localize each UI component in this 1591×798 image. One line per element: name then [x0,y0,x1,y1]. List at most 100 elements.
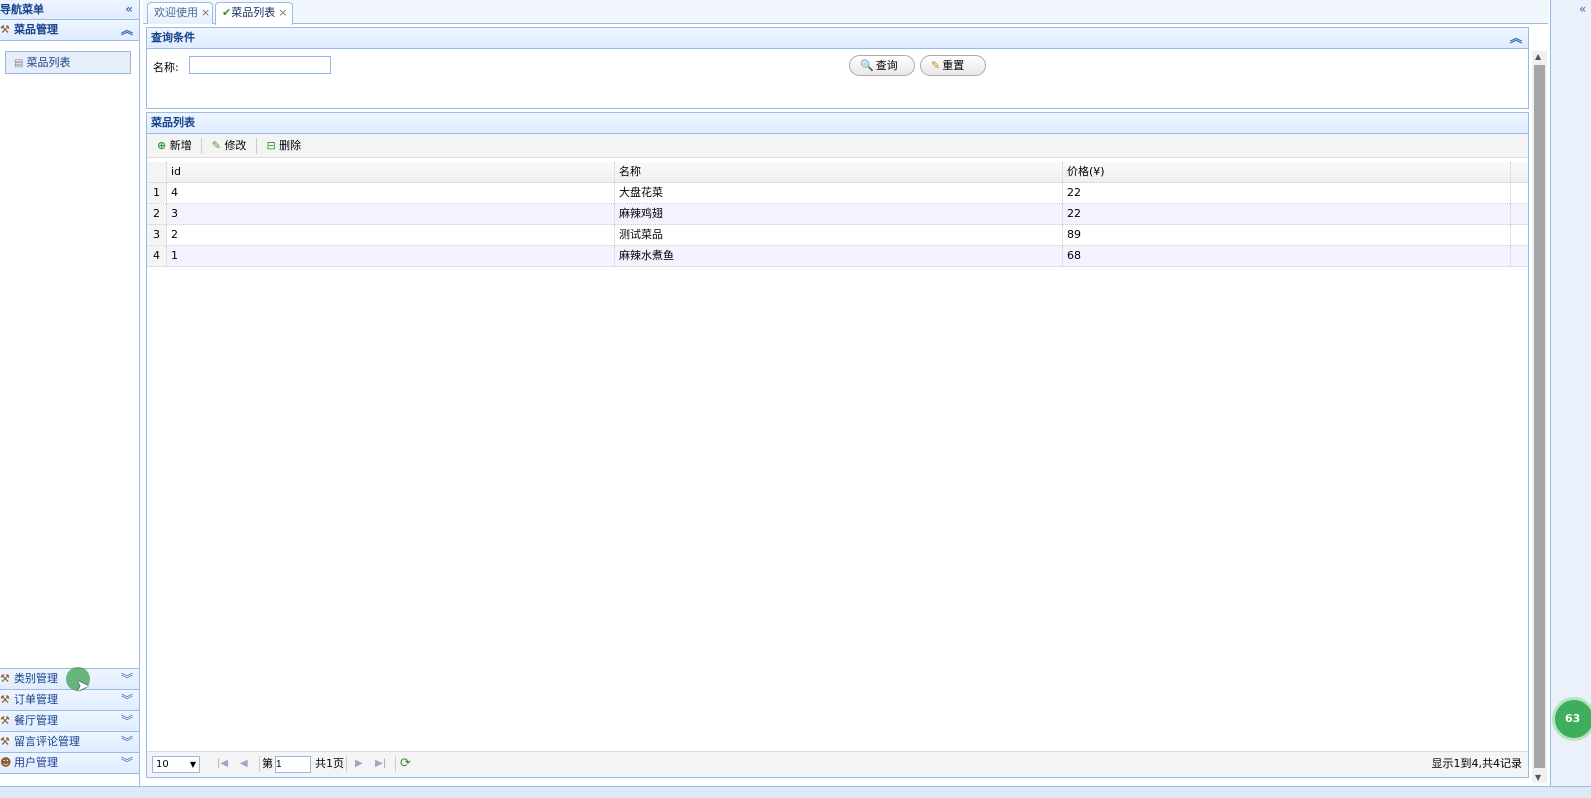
cell-price: 22 [1063,204,1511,224]
table-row[interactable]: 1 4 大盘花菜 22 [147,183,1528,204]
cell-name: 麻辣鸡翅 [615,204,1063,224]
users-icon: ☻ [0,756,12,769]
column-header-price[interactable]: 价格(¥) [1063,162,1511,182]
main-area: 欢迎使用 × ✔菜品列表 × 查询条件 ︽ 名称: 🔍 查询 ✎ 重置 菜品列表… [143,0,1548,786]
wand-icon: ⚒ [0,23,10,36]
toolbar-divider [255,138,257,154]
cell-price: 68 [1063,246,1511,266]
query-panel-header: 查询条件 ︽ [147,28,1528,49]
name-input[interactable] [189,56,331,74]
cell-name: 测试菜品 [615,225,1063,245]
wand-icon: ⚒ [0,714,10,727]
refresh-icon[interactable]: ⟳ [400,752,411,776]
toolbar-divider [201,138,203,154]
grid-toolbar: ⊕ 新增 ✎ 修改 ⊟ 删除 [147,134,1528,158]
accordion-header-restaurant-management[interactable]: ⚒ 餐厅管理 ︾ [0,711,139,732]
scroll-down-icon[interactable]: ▼ [1535,773,1541,782]
cell-id: 4 [167,183,615,203]
remove-icon: ⊟ [266,139,276,152]
mouse-cursor-icon: ➤ [76,676,90,695]
accordion-header-user-management[interactable]: ☻ 用户管理 ︾ [0,753,139,774]
column-header-id[interactable]: id [167,162,615,182]
accordion-header-comment-management[interactable]: ⚒ 留言评论管理 ︾ [0,732,139,753]
close-tab-icon[interactable]: × [278,6,287,19]
grid-body: 1 4 大盘花菜 22 2 3 麻辣鸡翅 22 3 2 测试菜品 89 4 1 … [147,183,1528,267]
east-collapsed-panel: « [1550,0,1591,786]
expand-east-icon[interactable]: « [1579,2,1586,16]
pager-divider [346,756,347,772]
expand-section-icon[interactable]: ︾ [121,669,133,689]
expand-section-icon[interactable]: ︾ [121,732,133,752]
expand-section-icon[interactable]: ︾ [121,753,133,773]
search-button[interactable]: 🔍 查询 [849,55,915,76]
row-number: 2 [147,204,167,224]
scrollbar-thumb[interactable] [1534,65,1545,768]
collapse-nav-icon[interactable]: « [125,0,133,19]
dropdown-arrow-icon: ▼ [189,760,196,769]
pager-divider [395,756,396,772]
dish-list-panel: 菜品列表 ⊕ 新增 ✎ 修改 ⊟ 删除 id 名称 价格(¥) 1 4 大盘花菜… [146,112,1529,778]
page-total: 共1页 [315,757,344,770]
tab-content: 查询条件 ︽ 名称: 🔍 查询 ✎ 重置 菜品列表 ⊕ 新增 ✎ 修改 ⊟ 删除… [143,24,1548,786]
name-label: 名称: [153,61,179,74]
close-tab-icon[interactable]: × [201,6,210,19]
list-panel-title: 菜品列表 [151,116,195,129]
check-icon: ✔ [222,6,232,19]
page-number-input[interactable] [275,756,311,773]
wand-icon: ⚒ [0,693,10,706]
collapse-panel-icon[interactable]: ︽ [1510,28,1522,48]
accordion-header-order-management[interactable]: ⚒ 订单管理 ︾ [0,690,139,711]
cell-id: 3 [167,204,615,224]
wand-icon: ⚒ [0,735,10,748]
table-row[interactable]: 4 1 麻辣水煮鱼 68 [147,246,1528,267]
list-icon: ▤ [14,58,24,69]
accordion-header-dish-management[interactable]: ⚒ 菜品管理 ︽ [0,20,139,41]
row-number: 4 [147,246,167,266]
page-prefix: 第 [262,757,273,770]
navigation-panel: 导航菜单 « ⚒ 菜品管理 ︽ ▤ 菜品列表 ⚒ 类别管理 ︾ ⚒ 订单管理 ︾ ⚒ 餐厅… [0,0,140,798]
delete-button[interactable]: ⊟ 删除 [262,134,305,158]
row-number: 1 [147,183,167,203]
reset-button[interactable]: ✎ 重置 [920,55,986,76]
pagination-bar: 10▼ |◀ ◀ 第 共1页 ▶ ▶| ⟳ 显示1到4,共4记录 [147,751,1528,777]
vertical-scrollbar[interactable]: ▲ ▼ [1532,51,1547,783]
add-button[interactable]: ⊕ 新增 [153,134,196,158]
prev-page-icon[interactable]: ◀ [240,752,248,776]
last-page-icon[interactable]: ▶| [375,752,386,776]
cell-id: 2 [167,225,615,245]
first-page-icon[interactable]: |◀ [217,752,228,776]
data-grid: id 名称 价格(¥) 1 4 大盘花菜 22 2 3 麻辣鸡翅 22 3 2 … [147,162,1528,267]
nav-item-dish-list[interactable]: ▤ 菜品列表 [5,51,131,74]
tab-dish-list[interactable]: ✔菜品列表 × [215,2,293,25]
query-panel: 查询条件 ︽ 名称: 🔍 查询 ✎ 重置 [146,27,1529,109]
next-page-icon[interactable]: ▶ [355,752,363,776]
column-header-name[interactable]: 名称 [615,162,1063,182]
add-icon: ⊕ [157,139,167,152]
row-number: 3 [147,225,167,245]
bottom-border [0,786,1591,798]
cell-price: 22 [1063,183,1511,203]
tab-bar: 欢迎使用 × ✔菜品列表 × [143,0,1548,25]
edit-button[interactable]: ✎ 修改 [208,134,251,158]
table-row[interactable]: 3 2 测试菜品 89 [147,225,1528,246]
tab-welcome[interactable]: 欢迎使用 × [147,2,213,24]
search-icon: 🔍 [860,59,874,72]
nav-title: 导航菜单 [0,3,44,16]
query-form: 名称: 🔍 查询 ✎ 重置 [147,49,1528,108]
floating-badge[interactable]: 63 [1552,697,1591,741]
list-panel-header: 菜品列表 [147,113,1528,134]
wand-icon: ⚒ [0,672,10,685]
cell-name: 大盘花菜 [615,183,1063,203]
grid-header: id 名称 价格(¥) [147,162,1528,183]
pager-divider [259,756,260,772]
collapse-section-icon[interactable]: ︽ [121,20,133,40]
cell-id: 1 [167,246,615,266]
accordion-body-dish-management: ▤ 菜品列表 [0,41,139,669]
expand-section-icon[interactable]: ︾ [121,711,133,731]
cell-price: 89 [1063,225,1511,245]
table-row[interactable]: 2 3 麻辣鸡翅 22 [147,204,1528,225]
cell-name: 麻辣水煮鱼 [615,246,1063,266]
expand-section-icon[interactable]: ︾ [121,690,133,710]
scroll-up-icon[interactable]: ▲ [1535,52,1541,61]
page-size-select[interactable]: 10 ▼ [152,756,200,773]
